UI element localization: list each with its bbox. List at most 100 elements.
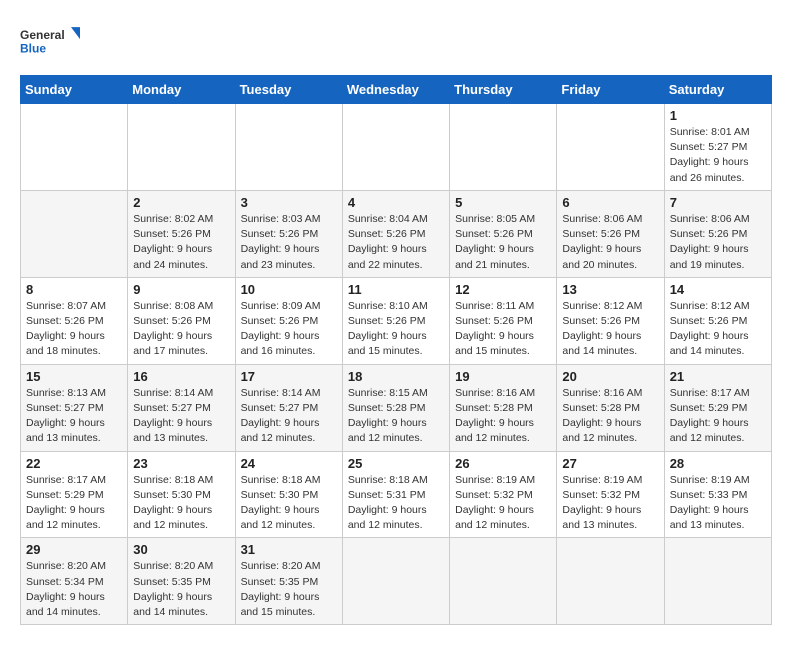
logo: General Blue [20,20,80,65]
day-detail: Sunrise: 8:07 AMSunset: 5:26 PMDaylight:… [26,300,106,358]
day-detail: Sunrise: 8:08 AMSunset: 5:26 PMDaylight:… [133,300,213,358]
day-number: 10 [241,282,337,297]
calendar-day-3: 3 Sunrise: 8:03 AMSunset: 5:26 PMDayligh… [235,190,342,277]
calendar-day-7: 7 Sunrise: 8:06 AMSunset: 5:26 PMDayligh… [664,190,771,277]
day-number: 21 [670,369,766,384]
day-detail: Sunrise: 8:13 AMSunset: 5:27 PMDaylight:… [26,387,106,445]
weekday-header-saturday: Saturday [664,76,771,104]
day-detail: Sunrise: 8:20 AMSunset: 5:35 PMDaylight:… [133,560,213,618]
calendar-week-2: 2 Sunrise: 8:02 AMSunset: 5:26 PMDayligh… [21,190,772,277]
empty-cell [21,104,128,191]
calendar-day-13: 13 Sunrise: 8:12 AMSunset: 5:26 PMDaylig… [557,277,664,364]
calendar-day-19: 19 Sunrise: 8:16 AMSunset: 5:28 PMDaylig… [450,364,557,451]
day-number: 14 [670,282,766,297]
day-detail: Sunrise: 8:12 AMSunset: 5:26 PMDaylight:… [670,300,750,358]
day-detail: Sunrise: 8:18 AMSunset: 5:30 PMDaylight:… [133,474,213,532]
day-detail: Sunrise: 8:06 AMSunset: 5:26 PMDaylight:… [562,213,642,271]
day-detail: Sunrise: 8:05 AMSunset: 5:26 PMDaylight:… [455,213,535,271]
day-number: 27 [562,456,658,471]
day-detail: Sunrise: 8:20 AMSunset: 5:35 PMDaylight:… [241,560,321,618]
calendar-day-17: 17 Sunrise: 8:14 AMSunset: 5:27 PMDaylig… [235,364,342,451]
day-number: 20 [562,369,658,384]
day-number: 5 [455,195,551,210]
calendar-week-3: 8 Sunrise: 8:07 AMSunset: 5:26 PMDayligh… [21,277,772,364]
calendar-day-5: 5 Sunrise: 8:05 AMSunset: 5:26 PMDayligh… [450,190,557,277]
calendar-day-12: 12 Sunrise: 8:11 AMSunset: 5:26 PMDaylig… [450,277,557,364]
empty-cell [557,104,664,191]
day-detail: Sunrise: 8:09 AMSunset: 5:26 PMDaylight:… [241,300,321,358]
day-detail: Sunrise: 8:19 AMSunset: 5:33 PMDaylight:… [670,474,750,532]
calendar-day-8: 8 Sunrise: 8:07 AMSunset: 5:26 PMDayligh… [21,277,128,364]
day-number: 2 [133,195,229,210]
empty-cell [235,104,342,191]
calendar-day-23: 23 Sunrise: 8:18 AMSunset: 5:30 PMDaylig… [128,451,235,538]
calendar-day-15: 15 Sunrise: 8:13 AMSunset: 5:27 PMDaylig… [21,364,128,451]
empty-cell [342,104,449,191]
calendar-day-16: 16 Sunrise: 8:14 AMSunset: 5:27 PMDaylig… [128,364,235,451]
calendar-day-27: 27 Sunrise: 8:19 AMSunset: 5:32 PMDaylig… [557,451,664,538]
weekday-header-monday: Monday [128,76,235,104]
weekday-header-wednesday: Wednesday [342,76,449,104]
day-number: 24 [241,456,337,471]
day-number: 17 [241,369,337,384]
calendar-day-10: 10 Sunrise: 8:09 AMSunset: 5:26 PMDaylig… [235,277,342,364]
day-detail: Sunrise: 8:17 AMSunset: 5:29 PMDaylight:… [26,474,106,532]
day-number: 11 [348,282,444,297]
day-detail: Sunrise: 8:06 AMSunset: 5:26 PMDaylight:… [670,213,750,271]
day-detail: Sunrise: 8:16 AMSunset: 5:28 PMDaylight:… [455,387,535,445]
day-detail: Sunrise: 8:19 AMSunset: 5:32 PMDaylight:… [455,474,535,532]
day-detail: Sunrise: 8:04 AMSunset: 5:26 PMDaylight:… [348,213,428,271]
day-detail: Sunrise: 8:02 AMSunset: 5:26 PMDaylight:… [133,213,213,271]
calendar-day-18: 18 Sunrise: 8:15 AMSunset: 5:28 PMDaylig… [342,364,449,451]
day-detail: Sunrise: 8:11 AMSunset: 5:26 PMDaylight:… [455,300,534,358]
day-number: 8 [26,282,122,297]
day-number: 30 [133,542,229,557]
day-detail: Sunrise: 8:12 AMSunset: 5:26 PMDaylight:… [562,300,642,358]
calendar-day-9: 9 Sunrise: 8:08 AMSunset: 5:26 PMDayligh… [128,277,235,364]
day-number: 15 [26,369,122,384]
day-number: 22 [26,456,122,471]
empty-cell [128,104,235,191]
calendar-day-24: 24 Sunrise: 8:18 AMSunset: 5:30 PMDaylig… [235,451,342,538]
calendar-day-14: 14 Sunrise: 8:12 AMSunset: 5:26 PMDaylig… [664,277,771,364]
weekday-header-friday: Friday [557,76,664,104]
calendar-day-28: 28 Sunrise: 8:19 AMSunset: 5:33 PMDaylig… [664,451,771,538]
day-number: 4 [348,195,444,210]
weekday-header-tuesday: Tuesday [235,76,342,104]
day-number: 13 [562,282,658,297]
day-detail: Sunrise: 8:15 AMSunset: 5:28 PMDaylight:… [348,387,428,445]
day-detail: Sunrise: 8:16 AMSunset: 5:28 PMDaylight:… [562,387,642,445]
day-number: 9 [133,282,229,297]
day-number: 12 [455,282,551,297]
calendar-day-26: 26 Sunrise: 8:19 AMSunset: 5:32 PMDaylig… [450,451,557,538]
calendar-day-21: 21 Sunrise: 8:17 AMSunset: 5:29 PMDaylig… [664,364,771,451]
day-detail: Sunrise: 8:14 AMSunset: 5:27 PMDaylight:… [133,387,213,445]
day-number: 7 [670,195,766,210]
empty-cell [21,190,128,277]
day-detail: Sunrise: 8:19 AMSunset: 5:32 PMDaylight:… [562,474,642,532]
svg-text:General: General [20,28,65,42]
day-number: 26 [455,456,551,471]
day-number: 3 [241,195,337,210]
day-number: 19 [455,369,551,384]
weekday-header-sunday: Sunday [21,76,128,104]
day-number: 1 [670,108,766,123]
calendar-day-25: 25 Sunrise: 8:18 AMSunset: 5:31 PMDaylig… [342,451,449,538]
day-number: 16 [133,369,229,384]
svg-text:Blue: Blue [20,42,46,56]
calendar: SundayMondayTuesdayWednesdayThursdayFrid… [20,75,772,625]
empty-cell [450,104,557,191]
calendar-day-11: 11 Sunrise: 8:10 AMSunset: 5:26 PMDaylig… [342,277,449,364]
day-detail: Sunrise: 8:18 AMSunset: 5:30 PMDaylight:… [241,474,321,532]
calendar-day-4: 4 Sunrise: 8:04 AMSunset: 5:26 PMDayligh… [342,190,449,277]
day-number: 31 [241,542,337,557]
day-number: 23 [133,456,229,471]
day-detail: Sunrise: 8:14 AMSunset: 5:27 PMDaylight:… [241,387,321,445]
weekday-header-thursday: Thursday [450,76,557,104]
day-number: 6 [562,195,658,210]
logo-svg: General Blue [20,20,80,65]
calendar-day-22: 22 Sunrise: 8:17 AMSunset: 5:29 PMDaylig… [21,451,128,538]
day-detail: Sunrise: 8:03 AMSunset: 5:26 PMDaylight:… [241,213,321,271]
calendar-day-20: 20 Sunrise: 8:16 AMSunset: 5:28 PMDaylig… [557,364,664,451]
calendar-day-6: 6 Sunrise: 8:06 AMSunset: 5:26 PMDayligh… [557,190,664,277]
